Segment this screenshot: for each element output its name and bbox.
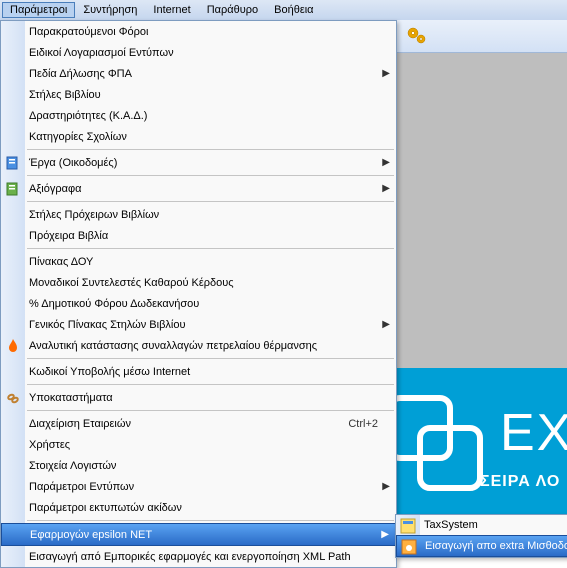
menu-item[interactable]: Ειδικοί Λογαριασμοί Εντύπων	[1, 42, 396, 63]
submenu-arrow-icon: ▶	[381, 529, 389, 540]
menu-item-label: Στοιχεία Λογιστών	[29, 460, 390, 472]
gears-icon[interactable]	[405, 24, 429, 48]
menu-item-label: Δραστηριότητες (Κ.Α.Δ.)	[29, 110, 390, 122]
toolbar	[395, 20, 567, 53]
menu-item-label: Κωδικοί Υποβολής μέσω Internet	[29, 366, 390, 378]
doc-blue-icon	[5, 155, 21, 171]
submenu-arrow-icon: ▶	[382, 183, 390, 194]
menu-item[interactable]: Διαχείριση ΕταιρειώνCtrl+2	[1, 413, 396, 434]
submenu-item[interactable]: Εισαγωγή απο extra Μισθοδοσία	[396, 535, 567, 557]
menu-item[interactable]: Κατηγορίες Σχολίων	[1, 126, 396, 147]
menu-item[interactable]: Πίνακας ΔΟΥ	[1, 251, 396, 272]
menu-item[interactable]: Εφαρμογών epsilon NET▶	[1, 523, 396, 546]
menu-item-label: Αξιόγραφα	[29, 183, 382, 195]
menu-item-label: Κατηγορίες Σχολίων	[29, 131, 390, 143]
menu-item-label: Ειδικοί Λογαριασμοί Εντύπων	[29, 47, 390, 59]
menu-separator	[27, 520, 394, 521]
submenu-arrow-icon: ▶	[382, 481, 390, 492]
menu-item[interactable]: Αναλυτική κατάστασης συναλλαγών πετρελαί…	[1, 335, 396, 356]
menu-parathyro[interactable]: Παράθυρο	[199, 2, 266, 18]
app-yellow-icon	[400, 518, 416, 534]
menu-item-label: Αναλυτική κατάστασης συναλλαγών πετρελαί…	[29, 340, 390, 352]
menu-separator	[27, 175, 394, 176]
submenu-arrow-icon: ▶	[382, 319, 390, 330]
dropdown-parametroi: Παρακρατούμενοι Φόροι Ειδικοί Λογαριασμοί…	[0, 20, 397, 568]
brand-banner: EX ΣΕΙΡΑ ΛΟ	[395, 368, 567, 518]
menu-item[interactable]: Παράμετροι εκτυπωτών ακίδων	[1, 497, 396, 518]
menu-item[interactable]: Παράμετροι Εντύπων▶	[1, 476, 396, 497]
menu-item-label: Γενικός Πίνακας Στηλών Βιβλίου	[29, 319, 382, 331]
menu-item-label: Στήλες Βιβλίου	[29, 89, 390, 101]
app-orange-icon	[401, 539, 417, 555]
menu-item-label: Παράμετροι Εντύπων	[29, 481, 382, 493]
menu-item-label: Χρήστες	[29, 439, 390, 451]
menu-syntirisi[interactable]: Συντήρηση	[75, 2, 145, 18]
menu-item-label: Εισαγωγή από Εμπορικές εφαρμογές και ενε…	[29, 551, 390, 563]
menu-item[interactable]: Κωδικοί Υποβολής μέσω Internet	[1, 361, 396, 382]
flame-icon	[5, 338, 21, 354]
submenu-arrow-icon: ▶	[382, 68, 390, 79]
menu-item[interactable]: Στήλες Βιβλίου	[1, 84, 396, 105]
menu-item-label: Πίνακας ΔΟΥ	[29, 256, 390, 268]
menu-item-label: Πρόχειρα Βιβλία	[29, 230, 390, 242]
menu-voithia[interactable]: Βοήθεια	[266, 2, 321, 18]
menu-parametroi[interactable]: Παράμετροι	[2, 2, 75, 18]
menu-item-label: Διαχείριση Εταιρειών	[29, 418, 348, 430]
menu-separator	[27, 149, 394, 150]
menu-separator	[27, 410, 394, 411]
menu-item-label: Υποκαταστήματα	[29, 392, 390, 404]
submenu-item[interactable]: TaxSystem	[396, 515, 567, 535]
menu-item-label: Παρακρατούμενοι Φόροι	[29, 26, 390, 38]
submenu-arrow-icon: ▶	[382, 157, 390, 168]
submenu-epsilon-net: TaxSystem Εισαγωγή απο extra Μισθοδοσία	[395, 514, 567, 558]
brand-title: EX	[500, 403, 567, 463]
menubar: Παράμετροι Συντήρηση Internet Παράθυρο Β…	[0, 0, 567, 21]
brand-subtitle: ΣΕΙΡΑ ΛΟ	[480, 473, 560, 491]
chain-icon	[5, 390, 21, 406]
menu-item-label: Παράμετροι εκτυπωτών ακίδων	[29, 502, 390, 514]
menu-separator	[27, 358, 394, 359]
menu-item-label: Έργα (Οικοδομές)	[29, 157, 382, 169]
menu-item-label: % Δημοτικού Φόρου Δωδεκανήσου	[29, 298, 390, 310]
menu-item[interactable]: Πρόχειρα Βιβλία	[1, 225, 396, 246]
menu-item[interactable]: Έργα (Οικοδομές)▶	[1, 152, 396, 173]
menu-separator	[27, 248, 394, 249]
menu-item[interactable]: Αξιόγραφα▶	[1, 178, 396, 199]
menu-item-label: Πεδία Δήλωσης ΦΠΑ	[29, 68, 382, 80]
doc-green-icon	[5, 181, 21, 197]
menu-item[interactable]: Χρήστες	[1, 434, 396, 455]
menu-item[interactable]: Υποκαταστήματα	[1, 387, 396, 408]
menu-item[interactable]: Στήλες Πρόχειρων Βιβλίων	[1, 204, 396, 225]
menu-item-label: Μοναδικοί Συντελεστές Καθαρού Κέρδους	[29, 277, 390, 289]
menu-separator	[27, 201, 394, 202]
submenu-item-label: TaxSystem	[424, 519, 562, 531]
menu-item[interactable]: Δραστηριότητες (Κ.Α.Δ.)	[1, 105, 396, 126]
menu-item-label: Στήλες Πρόχειρων Βιβλίων	[29, 209, 390, 221]
menu-item[interactable]: Πεδία Δήλωσης ΦΠΑ▶	[1, 63, 396, 84]
menu-item[interactable]: Μοναδικοί Συντελεστές Καθαρού Κέρδους	[1, 272, 396, 293]
menu-item[interactable]: Γενικός Πίνακας Στηλών Βιβλίου▶	[1, 314, 396, 335]
menu-item[interactable]: Παρακρατούμενοι Φόροι	[1, 21, 396, 42]
content-area: EX ΣΕΙΡΑ ΛΟ	[395, 20, 567, 545]
menu-item[interactable]: Εισαγωγή από Εμπορικές εφαρμογές και ενε…	[1, 546, 396, 567]
menu-separator	[27, 384, 394, 385]
menu-item[interactable]: Στοιχεία Λογιστών	[1, 455, 396, 476]
submenu-item-label: Εισαγωγή απο extra Μισθοδοσία	[425, 540, 567, 552]
menu-item[interactable]: % Δημοτικού Φόρου Δωδεκανήσου	[1, 293, 396, 314]
menu-item-shortcut: Ctrl+2	[348, 418, 378, 430]
menu-item-label: Εφαρμογών epsilon NET	[30, 529, 381, 541]
menu-internet[interactable]: Internet	[145, 2, 198, 18]
